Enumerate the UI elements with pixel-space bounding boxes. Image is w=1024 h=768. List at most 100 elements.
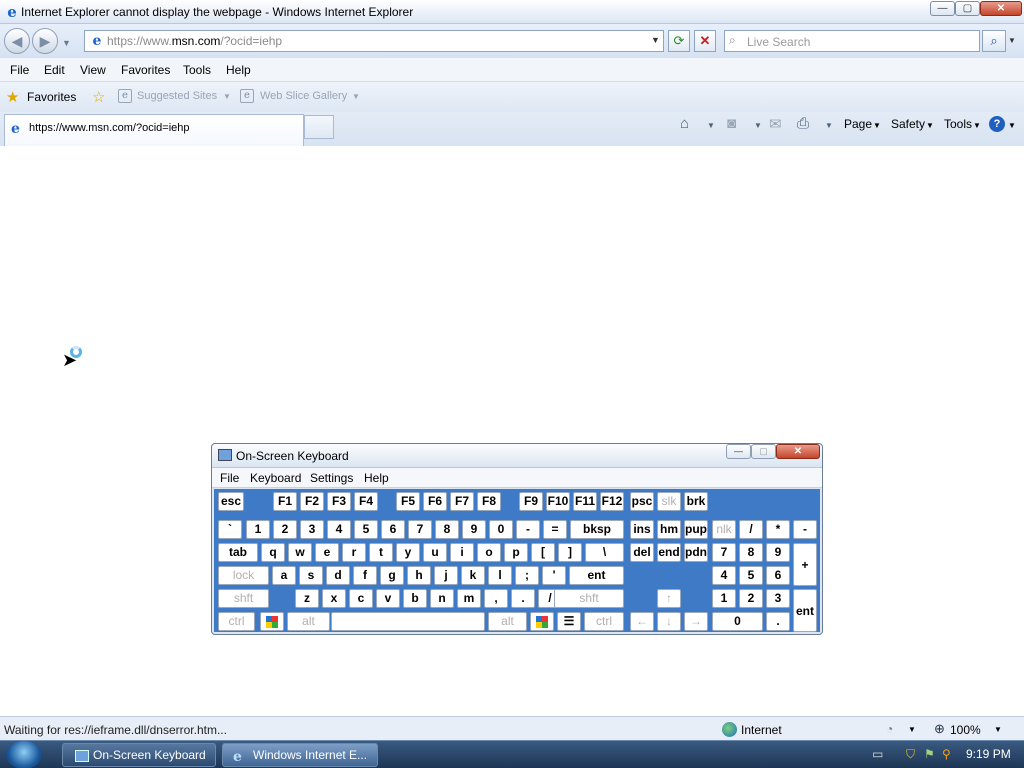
osk-close-button[interactable]: ✕ [776, 444, 820, 459]
key-0[interactable]: 0 [712, 612, 763, 631]
key-end[interactable]: end [657, 543, 681, 562]
key-F5[interactable]: F5 [396, 492, 420, 511]
key-c39[interactable]: ' [542, 566, 566, 585]
network-icon[interactable]: ⚑ [924, 747, 935, 761]
key-2[interactable]: 2 [739, 589, 763, 608]
zone-label[interactable]: Internet [741, 723, 782, 737]
key-ctrl[interactable]: ctrl [584, 612, 624, 631]
key-c45[interactable]: - [793, 520, 817, 539]
osk-minimize-button[interactable]: — [726, 444, 751, 459]
key-8[interactable]: 8 [435, 520, 459, 539]
key-b[interactable]: b [403, 589, 427, 608]
key-c59[interactable]: ; [515, 566, 539, 585]
new-tab-button[interactable] [304, 115, 334, 139]
key-tab[interactable]: tab [218, 543, 258, 562]
windows-logo-key[interactable] [530, 612, 554, 631]
key-space[interactable] [331, 612, 485, 631]
key-o[interactable]: o [477, 543, 501, 562]
key-ent[interactable]: ent [569, 566, 624, 585]
print-icon[interactable]: ⎙ [797, 115, 809, 132]
search-input[interactable]: ⌕ Live Search [724, 30, 980, 52]
search-options-dropdown-icon[interactable]: ▼ [1008, 36, 1016, 45]
keyboard-tray-icon[interactable]: ▭ [872, 747, 883, 761]
key-a[interactable]: a [272, 566, 296, 585]
menu-view[interactable]: View [80, 63, 106, 77]
address-url[interactable]: https://www.msn.com/?ocid=iehp [107, 34, 282, 48]
address-bar[interactable]: e https://www.msn.com/?ocid=iehp ▼ [84, 30, 664, 52]
key-psc[interactable]: psc [630, 492, 654, 511]
key-pup[interactable]: pup [684, 520, 708, 539]
menu-help[interactable]: Help [226, 63, 251, 77]
key-F1[interactable]: F1 [273, 492, 297, 511]
key-shft[interactable]: shft [554, 589, 624, 608]
search-button[interactable]: ⌕ [982, 30, 1006, 52]
print-dropdown-icon[interactable]: ▼ [825, 121, 833, 130]
key-8[interactable]: 8 [739, 543, 763, 562]
key-c8593[interactable]: ↑ [657, 589, 681, 608]
on-screen-keyboard-window[interactable]: On-Screen Keyboard — ▢ ✕ File Keyboard S… [211, 443, 823, 635]
context-menu-key[interactable]: ☰ [557, 612, 581, 631]
menu-tools[interactable]: Tools [183, 63, 211, 77]
feeds-icon[interactable]: ◙ [727, 115, 736, 132]
osk-maximize-button[interactable]: ▢ [751, 444, 776, 459]
key-c44[interactable]: , [484, 589, 508, 608]
taskbar-ie-button[interactable]: e Windows Internet E... [222, 743, 378, 767]
key-c45[interactable]: - [516, 520, 540, 539]
security-shield-icon[interactable]: ⛉ [906, 747, 915, 762]
key-F6[interactable]: F6 [423, 492, 447, 511]
key-alt[interactable]: alt [488, 612, 527, 631]
back-button[interactable]: ◀ [4, 28, 30, 54]
favorites-star-icon[interactable]: ★ [6, 88, 19, 106]
osk-title-bar[interactable]: On-Screen Keyboard — ▢ ✕ [212, 444, 822, 468]
key-x[interactable]: x [322, 589, 346, 608]
key-i[interactable]: i [450, 543, 474, 562]
key-1[interactable]: 1 [712, 589, 736, 608]
menu-favorites[interactable]: Favorites [121, 63, 170, 77]
key-F8[interactable]: F8 [477, 492, 501, 511]
key-g[interactable]: g [380, 566, 404, 585]
key-ent[interactable]: ent [793, 589, 817, 632]
key-nlk[interactable]: nlk [712, 520, 736, 539]
key-c43[interactable]: + [793, 543, 817, 586]
title-bar[interactable]: e Internet Explorer cannot display the w… [0, 0, 1024, 24]
key-n[interactable]: n [430, 589, 454, 608]
start-button[interactable] [6, 741, 42, 768]
key-slk[interactable]: slk [657, 492, 681, 511]
osk-menu-keyboard[interactable]: Keyboard [250, 471, 301, 485]
read-mail-icon[interactable]: ✉ [769, 115, 782, 133]
page-menu[interactable]: Page [844, 117, 872, 131]
key-c8592[interactable]: ← [630, 612, 654, 631]
key-F4[interactable]: F4 [354, 492, 378, 511]
key-pdn[interactable]: pdn [684, 543, 708, 562]
key-u[interactable]: u [423, 543, 447, 562]
key-c42[interactable]: * [766, 520, 790, 539]
key-c96[interactable]: ` [218, 520, 242, 539]
key-t[interactable]: t [369, 543, 393, 562]
key-m[interactable]: m [457, 589, 481, 608]
osk-menu-help[interactable]: Help [364, 471, 389, 485]
home-dropdown-icon[interactable]: ▼ [707, 121, 715, 130]
key-c[interactable]: c [349, 589, 373, 608]
protected-mode-icon[interactable]: ◔ [886, 722, 893, 736]
key-k[interactable]: k [461, 566, 485, 585]
key-h[interactable]: h [407, 566, 431, 585]
key-c46[interactable]: . [766, 612, 790, 631]
key-c8594[interactable]: → [684, 612, 708, 631]
help-dropdown-icon[interactable]: ▼ [1008, 121, 1016, 130]
key-z[interactable]: z [295, 589, 319, 608]
key-1[interactable]: 1 [246, 520, 270, 539]
key-5[interactable]: 5 [739, 566, 763, 585]
page-dropdown-icon[interactable]: ▼ [873, 121, 881, 130]
key-j[interactable]: j [434, 566, 458, 585]
add-to-favorites-icon[interactable]: ☆ [92, 88, 105, 106]
zoom-dropdown-icon[interactable]: ▼ [994, 725, 1002, 734]
address-dropdown-icon[interactable]: ▼ [651, 35, 660, 45]
key-F12[interactable]: F12 [600, 492, 624, 511]
forward-button[interactable]: ▶ [32, 28, 58, 54]
key-9[interactable]: 9 [462, 520, 486, 539]
recent-pages-dropdown-icon[interactable]: ▼ [62, 38, 71, 48]
feeds-dropdown-icon[interactable]: ▼ [754, 121, 762, 130]
key-5[interactable]: 5 [354, 520, 378, 539]
protected-dropdown-icon[interactable]: ▼ [908, 725, 916, 734]
key-F2[interactable]: F2 [300, 492, 324, 511]
